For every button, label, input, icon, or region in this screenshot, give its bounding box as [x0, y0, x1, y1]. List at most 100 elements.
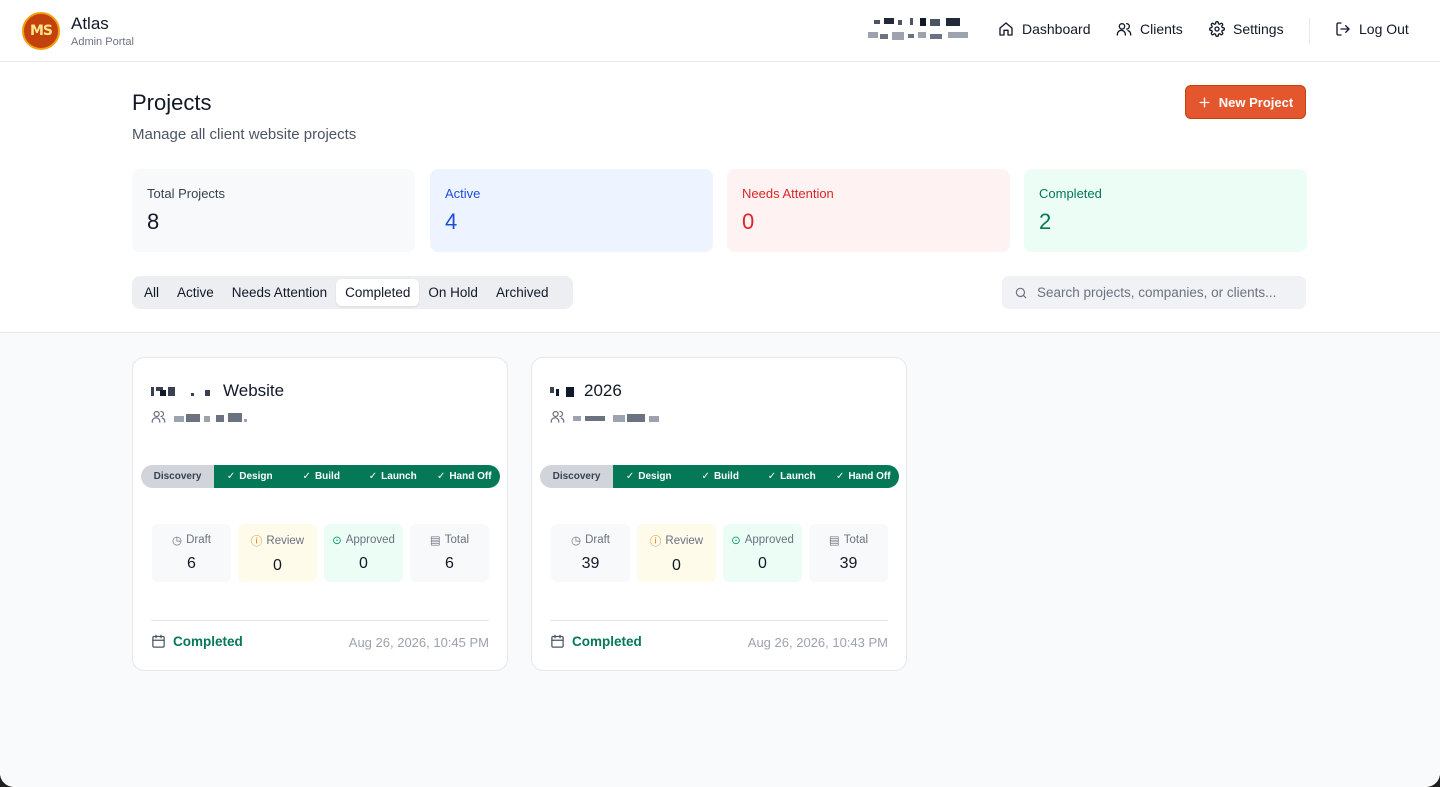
nav-settings[interactable]: Settings — [1209, 21, 1284, 37]
stat-value: 4 — [445, 209, 458, 234]
brand-logo[interactable]: MS — [22, 12, 60, 50]
nav-dashboard[interactable]: Dashboard — [998, 21, 1091, 37]
stage-launch: ✓ Launch — [357, 465, 429, 488]
plus-icon — [1199, 96, 1210, 108]
redacted-text — [550, 384, 578, 398]
metric-review: ⓘ Review 0 — [637, 524, 716, 582]
nav-divider — [1309, 18, 1310, 44]
updated-date: Aug 26, 2026, 10:45 PM — [348, 635, 489, 650]
check-icon: ✓ — [226, 471, 236, 482]
card-divider — [151, 620, 489, 621]
check-circle-icon: ⊙ — [332, 535, 342, 547]
metric-total: ▤ Total 6 — [410, 524, 489, 582]
stage-label: Discovery — [552, 471, 601, 482]
metric-label: Review — [266, 535, 305, 547]
stage-progress: Discovery ✓ Design ✓ Build ✓ Launch ✓ Hand O… — [540, 465, 899, 488]
calendar-icon — [152, 634, 165, 648]
top-header: MS Atlas Admin Portal Dashboard Clients — [0, 0, 1440, 62]
search-box — [1002, 276, 1306, 309]
stage-design: ✓ Design — [214, 465, 286, 488]
metric-draft: ◷ Draft 39 — [551, 524, 630, 582]
metric-value: 0 — [672, 557, 681, 574]
search-input[interactable] — [1037, 285, 1297, 300]
stage-discovery: Discovery — [141, 465, 214, 488]
check-icon: ✓ — [368, 471, 378, 482]
stat-value: 8 — [147, 209, 160, 234]
stat-label: Completed — [1039, 186, 1102, 201]
search-icon — [1015, 287, 1027, 298]
metric-value: 0 — [273, 557, 282, 574]
file-icon: ▤ — [429, 535, 441, 547]
redacted-text — [151, 384, 217, 398]
tab-completed[interactable]: Completed — [336, 279, 420, 306]
metric-approved: ⊙ Approved 0 — [723, 524, 802, 582]
updated-date: Aug 26, 2026, 10:43 PM — [747, 635, 888, 650]
clock-icon: ◷ — [571, 535, 582, 547]
nav-clients-label: Clients — [1140, 21, 1183, 37]
tab-archived[interactable]: Archived — [487, 279, 558, 306]
check-circle-icon: ⊙ — [731, 535, 741, 547]
project-title-text: 2026 — [584, 381, 622, 400]
tab-active[interactable]: Active — [168, 279, 223, 306]
client-name-redacted — [174, 410, 250, 424]
check-icon: ✓ — [767, 471, 777, 482]
project-card[interactable]: Website Discovery ✓ Design ✓ Build ✓ Launch — [132, 357, 508, 671]
nav-dashboard-label: Dashboard — [1022, 21, 1091, 37]
alert-circle-icon: ⓘ — [649, 536, 662, 548]
stat-completed: Completed 2 — [1024, 169, 1307, 252]
stage-progress: Discovery ✓ Design ✓ Build ✓ Launch ✓ Hand O… — [141, 465, 500, 488]
client-row — [550, 409, 663, 424]
check-icon: ✓ — [835, 471, 845, 482]
metric-label: Review — [665, 535, 704, 547]
nav-clients[interactable]: Clients — [1116, 21, 1183, 37]
new-project-button[interactable]: New Project — [1185, 85, 1306, 119]
tab-on-hold[interactable]: On Hold — [419, 279, 487, 306]
metric-value: 39 — [839, 555, 858, 572]
metric-review: ⓘ Review 0 — [238, 524, 317, 582]
projects-grid: Website Discovery ✓ Design ✓ Build ✓ Launch — [0, 332, 1440, 787]
stage-discovery: Discovery — [540, 465, 613, 488]
stage-hand-off: ✓ Hand Off — [428, 465, 500, 488]
nav-logout[interactable]: Log Out — [1335, 21, 1409, 37]
tab-needs-attention[interactable]: Needs Attention — [223, 279, 336, 306]
stat-needs-attention: Needs Attention 0 — [727, 169, 1010, 252]
app-window: MS Atlas Admin Portal Dashboard Clients — [0, 0, 1440, 787]
client-row — [151, 409, 250, 424]
metric-value: 6 — [187, 555, 196, 572]
stage-label: Design — [638, 471, 672, 482]
new-project-label: New Project — [1218, 94, 1294, 110]
metric-value: 6 — [445, 555, 454, 572]
brand-subtitle: Admin Portal — [71, 36, 134, 48]
metric-label: Approved — [345, 534, 395, 546]
project-title: 2026 — [550, 381, 622, 401]
metric-label: Draft — [186, 534, 211, 546]
check-icon: ✓ — [436, 471, 446, 482]
status-badge: Completed — [572, 634, 642, 649]
stage-label: Launch — [381, 471, 417, 482]
stat-label: Active — [445, 186, 481, 201]
logout-icon — [1336, 22, 1350, 36]
alert-circle-icon: ⓘ — [250, 536, 263, 548]
page-title: Projects — [132, 90, 212, 115]
calendar-icon — [551, 634, 564, 648]
nav-settings-label: Settings — [1233, 21, 1284, 37]
project-title: Website — [151, 381, 284, 401]
file-icon: ▤ — [828, 535, 840, 547]
project-title-text: Website — [223, 381, 285, 400]
metric-value: 0 — [359, 555, 368, 572]
stat-total-projects: Total Projects 8 — [132, 169, 415, 252]
stat-label: Needs Attention — [742, 186, 834, 201]
stage-label: Build — [314, 471, 340, 482]
project-card[interactable]: 2026 Discovery ✓ Design ✓ Build ✓ Launch ✓ H… — [531, 357, 907, 671]
check-icon: ✓ — [701, 471, 710, 482]
stat-label: Total Projects — [147, 186, 226, 201]
stage-design: ✓ Design — [613, 465, 685, 488]
metric-label: Total — [444, 534, 470, 546]
metric-total: ▤ Total 39 — [809, 524, 888, 582]
tab-all[interactable]: All — [135, 279, 168, 306]
users-icon — [1116, 23, 1132, 36]
stat-value: 0 — [742, 209, 755, 234]
stat-active: Active 4 — [430, 169, 713, 252]
nav-logout-label: Log Out — [1359, 21, 1409, 37]
check-icon: ✓ — [625, 471, 635, 482]
